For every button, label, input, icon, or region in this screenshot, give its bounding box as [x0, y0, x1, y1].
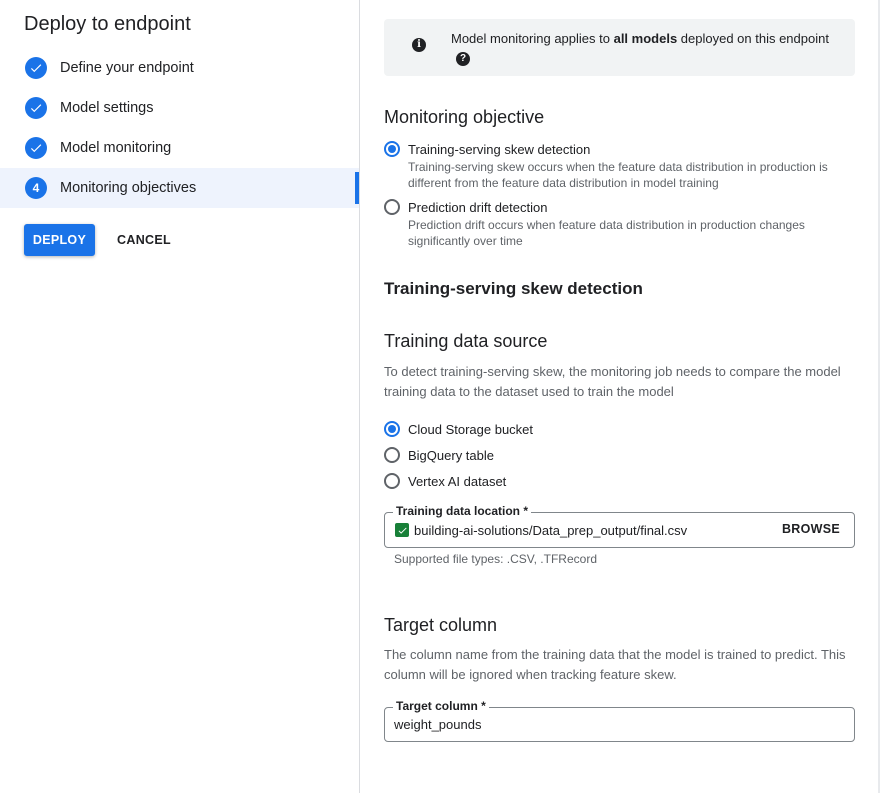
step-define-endpoint[interactable]: Define your endpoint: [0, 48, 359, 88]
step-label: Define your endpoint: [60, 60, 194, 76]
check-icon: [25, 57, 47, 79]
cloud-storage-radio[interactable]: [384, 421, 400, 437]
training-data-location-value[interactable]: building-ai-solutions/Data_prep_output/f…: [414, 523, 687, 538]
skew-section-heading: Training-serving skew detection: [384, 279, 643, 298]
step-label: Model monitoring: [60, 140, 172, 156]
target-column-description: The column name from the training data t…: [384, 647, 846, 682]
radio-description: Training-serving skew occurs when the fe…: [408, 160, 828, 190]
step-model-settings[interactable]: Model settings: [0, 88, 359, 128]
field-label: Training data location *: [393, 504, 532, 518]
step-label: Monitoring objectives: [60, 180, 197, 196]
bigquery-radio[interactable]: [384, 447, 400, 463]
training-data-source-description: To detect training-serving skew, the mon…: [384, 364, 841, 399]
info-banner: i Model monitoring applies to all models…: [384, 19, 855, 76]
panel-title: Deploy to endpoint: [24, 13, 191, 35]
radio-label: Vertex AI dataset: [408, 474, 507, 489]
info-icon: i: [412, 38, 426, 52]
vertex-dataset-radio[interactable]: [384, 473, 400, 489]
skew-radio[interactable]: [384, 141, 400, 157]
training-data-location-field[interactable]: Training data location * building-ai-sol…: [384, 504, 855, 548]
help-icon[interactable]: ?: [456, 52, 470, 66]
browse-button[interactable]: BROWSE: [782, 522, 840, 536]
step-number-badge: 4: [25, 177, 47, 199]
stepper-panel: Deploy to endpoint Define your endpoint …: [0, 0, 360, 793]
field-label: Target column *: [393, 699, 489, 713]
step-monitoring-objectives[interactable]: 4 Monitoring objectives: [0, 168, 359, 208]
step-label: Model settings: [60, 100, 154, 116]
training-data-source-heading: Training data source: [384, 331, 548, 351]
cancel-button[interactable]: CANCEL: [110, 224, 178, 256]
target-column-field[interactable]: Target column * weight_pounds: [384, 699, 855, 742]
form-panel: i Model monitoring applies to all models…: [360, 0, 880, 793]
checkbox-checked-icon: [395, 523, 409, 537]
banner-text: Model monitoring applies to all models d…: [451, 31, 829, 46]
target-column-input[interactable]: weight_pounds: [394, 717, 481, 732]
radio-label: Training-serving skew detection: [408, 142, 591, 157]
radio-label: BigQuery table: [408, 448, 494, 463]
check-icon: [25, 97, 47, 119]
check-icon: [25, 137, 47, 159]
drift-radio[interactable]: [384, 199, 400, 215]
step-model-monitoring[interactable]: Model monitoring: [0, 128, 359, 168]
radio-label: Cloud Storage bucket: [408, 422, 534, 437]
target-column-heading: Target column: [384, 615, 498, 635]
deploy-button[interactable]: DEPLOY: [24, 224, 95, 256]
radio-label: Prediction drift detection: [408, 200, 548, 215]
radio-description: Prediction drift occurs when feature dat…: [408, 218, 805, 248]
monitoring-objective-heading: Monitoring objective: [384, 107, 545, 127]
file-types-hint: Supported file types: .CSV, .TFRecord: [394, 552, 597, 566]
